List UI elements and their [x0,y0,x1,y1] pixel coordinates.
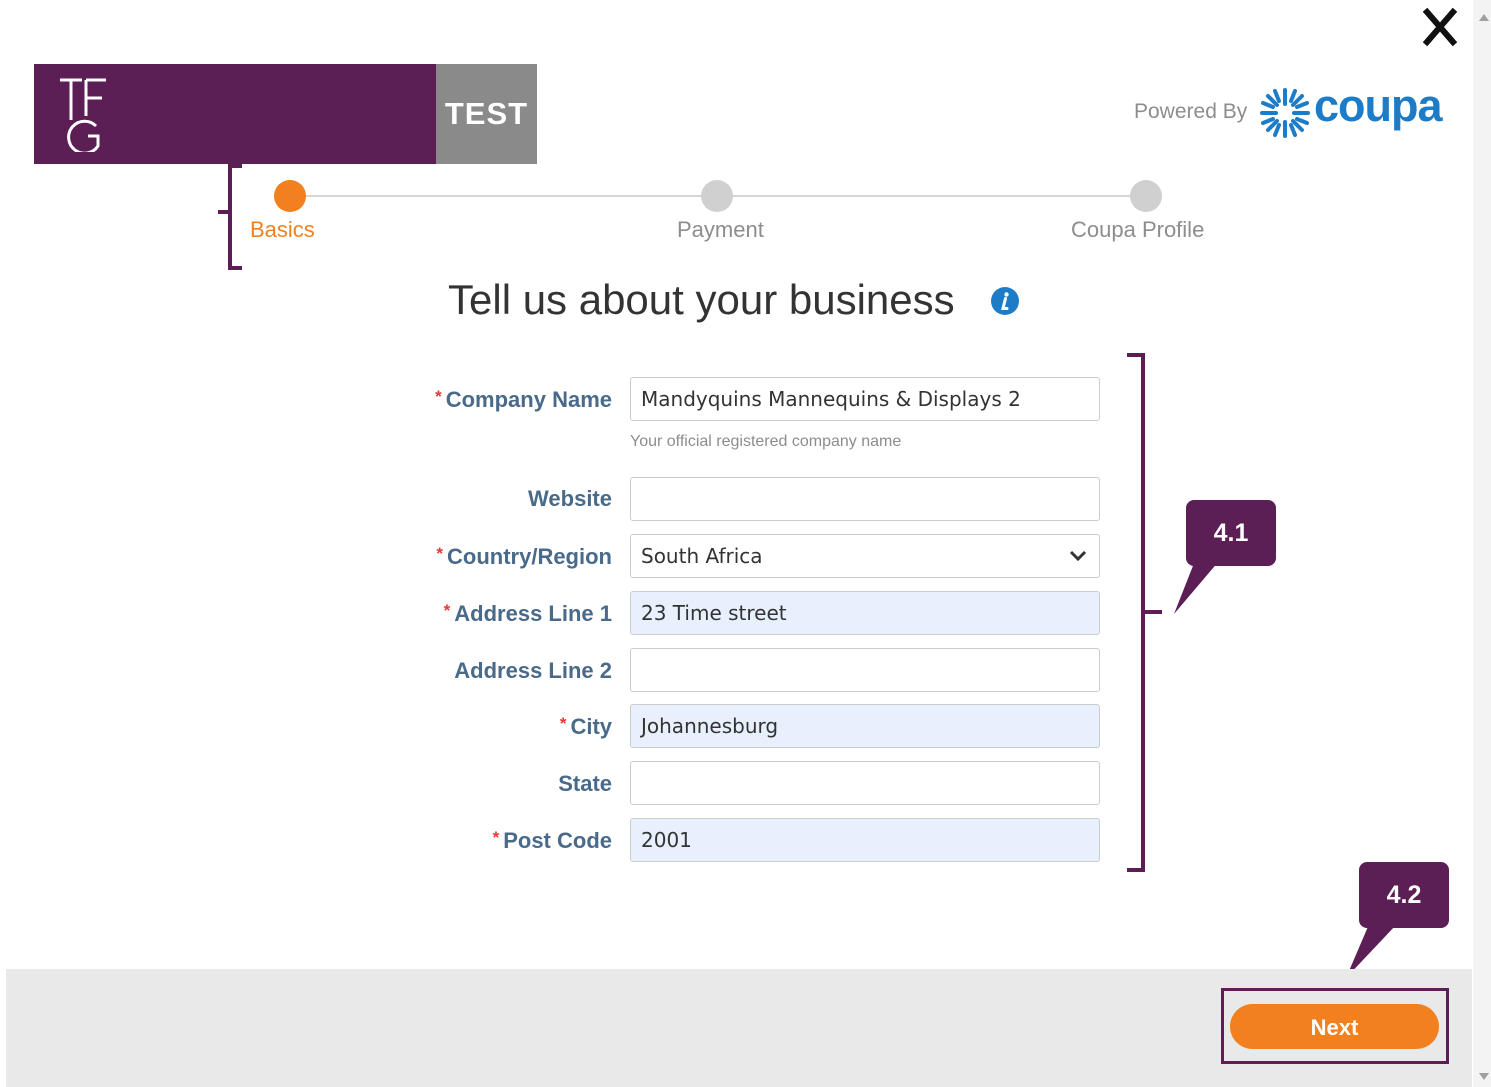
stepper-bracket [218,164,242,270]
form-bracket [1127,353,1162,872]
callout-4-2: 4.2 [1359,862,1449,928]
next-button[interactable]: Next [1230,1004,1439,1049]
callout-4-1: 4.1 [1186,500,1276,566]
